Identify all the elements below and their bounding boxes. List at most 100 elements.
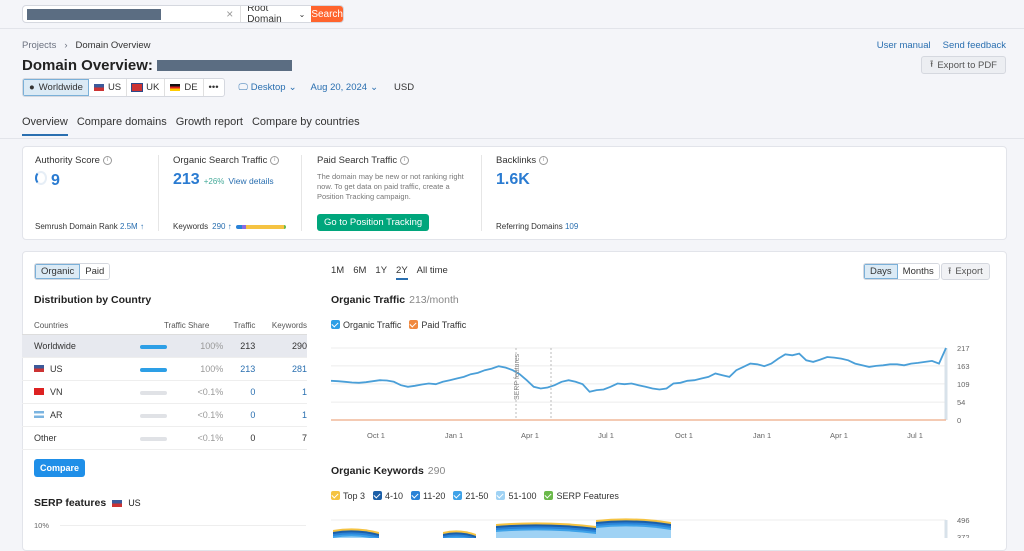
traffic-legend: Organic Traffic Paid Traffic (331, 320, 466, 330)
x-tick-label: Jan 1 (753, 431, 771, 440)
keywords-label: Keywords (173, 222, 209, 231)
clear-icon[interactable]: × (219, 7, 240, 21)
info-icon[interactable]: i (102, 156, 112, 165)
period-2y[interactable]: 2Y (396, 265, 408, 280)
paid-traffic-metric: Paid Search Traffic i The domain may be n… (317, 155, 467, 202)
period-6m[interactable]: 6M (353, 265, 366, 280)
distribution-table: Countries Traffic Share Traffic Keywords… (22, 318, 307, 450)
search-input[interactable] (23, 6, 219, 22)
device-select[interactable]: 🖵 Desktop ⌄ (239, 82, 297, 93)
user-manual-link[interactable]: User manual (877, 40, 931, 51)
top-search-bar: × Root Domain ⌄ Search (0, 0, 1024, 29)
db-de[interactable]: DE (165, 79, 204, 96)
legend-paid-traffic[interactable]: Paid Traffic (409, 320, 466, 330)
period-1m[interactable]: 1M (331, 265, 344, 280)
period-all-time[interactable]: All time (417, 265, 448, 280)
checkbox-icon (453, 491, 463, 500)
organic-traffic-value[interactable]: 213 (173, 171, 200, 189)
tab-compare-by-countries[interactable]: Compare by countries (252, 116, 360, 136)
legend-item[interactable]: 4-10 (373, 491, 403, 501)
authority-score-value[interactable]: 9 (51, 172, 60, 190)
position-tracking-button[interactable]: Go to Position Tracking (317, 214, 430, 231)
legend-item[interactable]: Top 3 (331, 491, 365, 501)
view-details-link[interactable]: View details (228, 176, 273, 186)
organic-keywords-chart: 496 372 (331, 516, 970, 538)
legend-item[interactable]: 21-50 (453, 491, 488, 501)
info-icon[interactable]: i (539, 156, 549, 165)
more-databases-button[interactable]: ••• (204, 79, 224, 96)
chevron-down-icon: ⌄ (288, 82, 297, 93)
traffic-value[interactable]: 0 (223, 403, 256, 427)
tab-growth-report[interactable]: Growth report (176, 116, 243, 136)
domain-rank-value[interactable]: 2.5M ↑ (120, 222, 144, 231)
table-row[interactable]: US 100% 213 281 (22, 357, 307, 381)
x-tick-label: Jan 1 (445, 431, 463, 440)
search-type-select[interactable]: Root Domain ⌄ (240, 6, 311, 22)
report-tabs: Overview Compare domains Growth report C… (22, 116, 360, 136)
legend-label: Top 3 (343, 491, 366, 501)
keywords-value[interactable]: 1 (255, 380, 307, 404)
country-name: AR (50, 410, 63, 420)
keyword-distribution-bar (235, 224, 286, 229)
backlinks-metric: Backlinks i 1.6K (496, 155, 549, 189)
db-worldwide[interactable]: ● Worldwide (23, 79, 89, 96)
search-box: × Root Domain ⌄ Search (22, 5, 344, 23)
table-header: Countries Traffic Share Traffic Keywords (22, 318, 307, 335)
divider (158, 155, 159, 231)
export-button[interactable]: ⭱ Export (941, 263, 990, 280)
tab-overview[interactable]: Overview (22, 116, 68, 136)
toggle-paid[interactable]: Paid (80, 264, 110, 279)
paid-traffic-label: Paid Search Traffic (317, 155, 398, 166)
keywords-value[interactable]: 281 (255, 357, 307, 381)
legend-organic-traffic[interactable]: Organic Traffic (331, 320, 401, 330)
traffic-value[interactable]: 213 (223, 357, 256, 381)
tabs-divider (0, 138, 1024, 139)
checkbox-icon (496, 491, 506, 500)
db-uk[interactable]: UK (127, 79, 166, 96)
referring-domains-label: Referring Domains (496, 222, 563, 231)
keywords-value[interactable]: 290 ↑ (212, 222, 232, 231)
toggle-days[interactable]: Days (864, 264, 898, 279)
us-flag-icon (112, 499, 123, 507)
db-us[interactable]: US (89, 79, 128, 96)
keywords-footer: Keywords 290 ↑ (173, 222, 286, 231)
referring-domains-value[interactable]: 109 (565, 222, 578, 231)
chart-title: Organic Keywords (331, 465, 424, 477)
y-tick-label: 372 (957, 533, 970, 538)
keywords-value: 290 (255, 334, 307, 358)
legend-item[interactable]: 51-100 (496, 491, 536, 501)
x-tick-label: Oct 1 (675, 431, 693, 440)
table-row[interactable]: AR <0.1% 0 1 (22, 403, 307, 427)
legend-item[interactable]: SERP Features (544, 491, 619, 501)
country-name: VN (50, 387, 63, 397)
chart-title: Organic Traffic (331, 294, 406, 306)
traffic-value[interactable]: 0 (223, 380, 256, 404)
y-tick-label: 109 (957, 380, 970, 389)
date-select[interactable]: Aug 20, 2024 ⌄ (311, 82, 379, 93)
db-label: US (107, 82, 122, 93)
legend-label: SERP Features (556, 491, 619, 501)
compare-button[interactable]: Compare (34, 459, 86, 477)
keywords-value[interactable]: 1 (255, 403, 307, 427)
y-tick-label: 0 (957, 416, 961, 425)
export-pdf-button[interactable]: ⭱ Export to PDF (921, 56, 1006, 74)
toggle-months[interactable]: Months (897, 264, 939, 279)
send-feedback-link[interactable]: Send feedback (943, 40, 1006, 51)
info-icon[interactable]: i (270, 156, 280, 165)
period-1y[interactable]: 1Y (375, 265, 387, 280)
table-row: Other <0.1% 0 7 (22, 426, 307, 450)
backlinks-value[interactable]: 1.6K (496, 171, 530, 189)
toggle-organic[interactable]: Organic (35, 264, 81, 279)
info-icon[interactable]: i (400, 156, 410, 165)
x-tick-label: Oct 1 (367, 431, 385, 440)
checkbox-icon (331, 491, 340, 500)
legend-item[interactable]: 11-20 (411, 491, 445, 501)
breadcrumb-projects[interactable]: Projects (22, 40, 56, 51)
tab-compare-domains[interactable]: Compare domains (77, 116, 167, 136)
search-button[interactable]: Search (311, 6, 343, 22)
table-row[interactable]: VN <0.1% 0 1 (22, 380, 307, 404)
upload-icon: ⭱ (930, 59, 934, 70)
table-row[interactable]: Worldwide 100% 213 290 (22, 334, 307, 358)
vn-flag-icon (34, 388, 44, 395)
upload-icon: ⭱ (948, 265, 952, 277)
